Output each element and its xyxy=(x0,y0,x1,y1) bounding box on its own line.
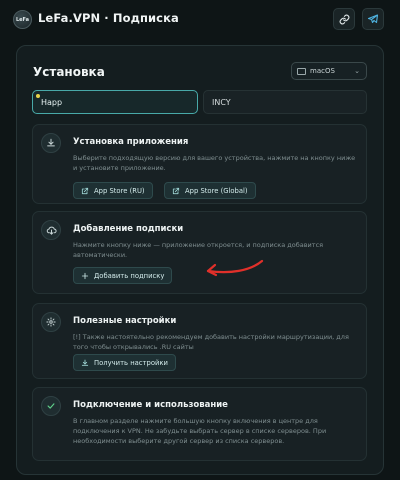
button-label: App Store (RU) xyxy=(94,186,145,195)
button-label: Добавить подписку xyxy=(94,271,165,280)
tab-label: INCY xyxy=(212,97,231,107)
step-install-app: Установка приложения Выберите подходящую… xyxy=(32,124,367,204)
step-description: [!] Также настоятельно рекомендуем добав… xyxy=(73,333,349,351)
telegram-icon xyxy=(367,14,379,24)
monitor-icon xyxy=(297,67,306,75)
active-indicator-dot xyxy=(36,94,40,98)
logo-text: LeFa xyxy=(15,16,30,23)
tab-label: Happ xyxy=(41,97,63,107)
tab-incy[interactable]: INCY xyxy=(203,90,367,114)
copy-link-button[interactable] xyxy=(333,8,355,30)
step-connect-and-use: Подключение и использование В главном ра… xyxy=(32,387,367,461)
cloud-download-icon xyxy=(41,220,61,240)
telegram-button[interactable] xyxy=(362,8,384,30)
step-title: Установка приложения xyxy=(73,137,189,147)
step-title: Подключение и использование xyxy=(73,400,228,410)
step-description: Нажмите кнопку ниже — приложение откроет… xyxy=(73,241,324,259)
external-link-icon xyxy=(172,187,180,195)
step-useful-settings: Полезные настройки [!] Также настоятельн… xyxy=(32,303,367,379)
button-label: Получить настройки xyxy=(94,358,168,367)
button-label: App Store (Global) xyxy=(185,186,248,195)
os-select-value: macOS xyxy=(310,67,335,75)
step-description: Выберите подходящую версию для вашего ус… xyxy=(73,154,356,172)
get-settings-button[interactable]: Получить настройки xyxy=(73,354,176,371)
plus-icon xyxy=(81,272,89,280)
step-add-subscription: Добавление подписки Нажмите кнопку ниже … xyxy=(32,211,367,294)
chevron-down-icon: ⌄ xyxy=(354,67,360,75)
gear-icon xyxy=(41,312,61,332)
add-subscription-button[interactable]: Добавить подписку xyxy=(73,267,173,284)
os-select[interactable]: macOS ⌄ xyxy=(291,62,367,80)
logo: LeFa xyxy=(13,10,32,29)
download-icon xyxy=(81,359,89,367)
install-panel: Установка macOS ⌄ Happ INCY Установка пр… xyxy=(16,45,384,475)
app-store-global-button[interactable]: App Store (Global) xyxy=(164,182,256,199)
step-title: Добавление подписки xyxy=(73,224,184,234)
external-link-icon xyxy=(81,187,89,195)
app-title: LeFa.VPN · Подписка xyxy=(38,11,179,25)
annotation-arrow-icon xyxy=(206,259,264,277)
step-title: Полезные настройки xyxy=(73,316,177,326)
step-description: В главном разделе нажмите большую кнопку… xyxy=(73,417,327,445)
app-store-ru-button[interactable]: App Store (RU) xyxy=(73,182,153,199)
tab-happ[interactable]: Happ xyxy=(32,90,198,114)
download-icon xyxy=(41,133,61,153)
panel-title: Установка xyxy=(33,65,105,79)
app-header: LeFa LeFa.VPN · Подписка xyxy=(0,0,400,40)
link-icon xyxy=(339,14,349,24)
check-circle-icon xyxy=(41,396,61,416)
